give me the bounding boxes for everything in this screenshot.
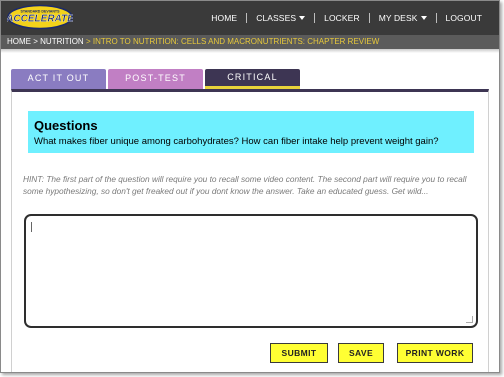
nav-classes[interactable]: CLASSES — [247, 13, 314, 23]
nav-my-desk-label: MY DESK — [378, 13, 418, 23]
question-box: Questions What makes fiber unique among … — [28, 111, 474, 153]
activity-tabs: ACT IT OUT POST-TEST CRITICAL THINK... — [11, 69, 302, 99]
breadcrumb-shadow — [1, 49, 499, 53]
save-button[interactable]: SAVE — [338, 343, 384, 363]
nav-classes-label: CLASSES — [256, 13, 297, 23]
accelerate-logo[interactable]: STANDARD DEVIANTS ACCELERATE — [7, 4, 73, 30]
question-heading: Questions — [34, 118, 98, 133]
nav-logout-label: LOGOUT — [445, 13, 482, 23]
main-nav: HOME CLASSES LOCKER MY DESK LOGOUT — [202, 1, 491, 35]
critical-thinking-panel: Questions What makes fiber unique among … — [11, 89, 489, 372]
breadcrumb-separator: > — [85, 37, 91, 46]
nav-home[interactable]: HOME — [202, 13, 246, 23]
tab-critical-thinking[interactable]: CRITICAL THINK... — [205, 69, 300, 99]
breadcrumb-separator: > — [33, 37, 38, 46]
app-window: STANDARD DEVIANTS ACCELERATE HOME CLASSE… — [0, 0, 500, 373]
text-cursor — [31, 222, 32, 232]
chevron-down-icon — [299, 16, 306, 20]
nav-locker-label: LOCKER — [324, 13, 360, 23]
breadcrumb-subject[interactable]: NUTRITION — [40, 37, 84, 46]
resize-handle[interactable] — [466, 316, 473, 323]
nav-locker[interactable]: LOCKER — [315, 13, 369, 23]
submit-button[interactable]: SUBMIT — [270, 343, 328, 363]
svg-text:ACCELERATE: ACCELERATE — [7, 14, 73, 25]
nav-my-desk[interactable]: MY DESK — [370, 13, 436, 23]
tab-post-test[interactable]: POST-TEST — [108, 69, 203, 89]
top-navigation-bar: STANDARD DEVIANTS ACCELERATE HOME CLASSE… — [1, 1, 499, 35]
hint-text: HINT: The first part of the question wil… — [23, 174, 467, 196]
breadcrumb: HOME > NUTRITION > INTRO TO NUTRITION: C… — [1, 35, 499, 49]
question-text: What makes fiber unique among carbohydra… — [34, 136, 439, 147]
answer-textarea[interactable] — [24, 214, 478, 328]
breadcrumb-current: INTRO TO NUTRITION: CELLS AND MACRONUTRI… — [92, 37, 380, 46]
nav-logout[interactable]: LOGOUT — [437, 13, 492, 23]
print-work-button[interactable]: PRINT WORK — [397, 343, 473, 363]
nav-home-label: HOME — [211, 13, 238, 23]
chevron-down-icon — [420, 16, 427, 20]
breadcrumb-home[interactable]: HOME — [7, 37, 31, 46]
tab-act-it-out[interactable]: ACT IT OUT — [11, 69, 106, 89]
